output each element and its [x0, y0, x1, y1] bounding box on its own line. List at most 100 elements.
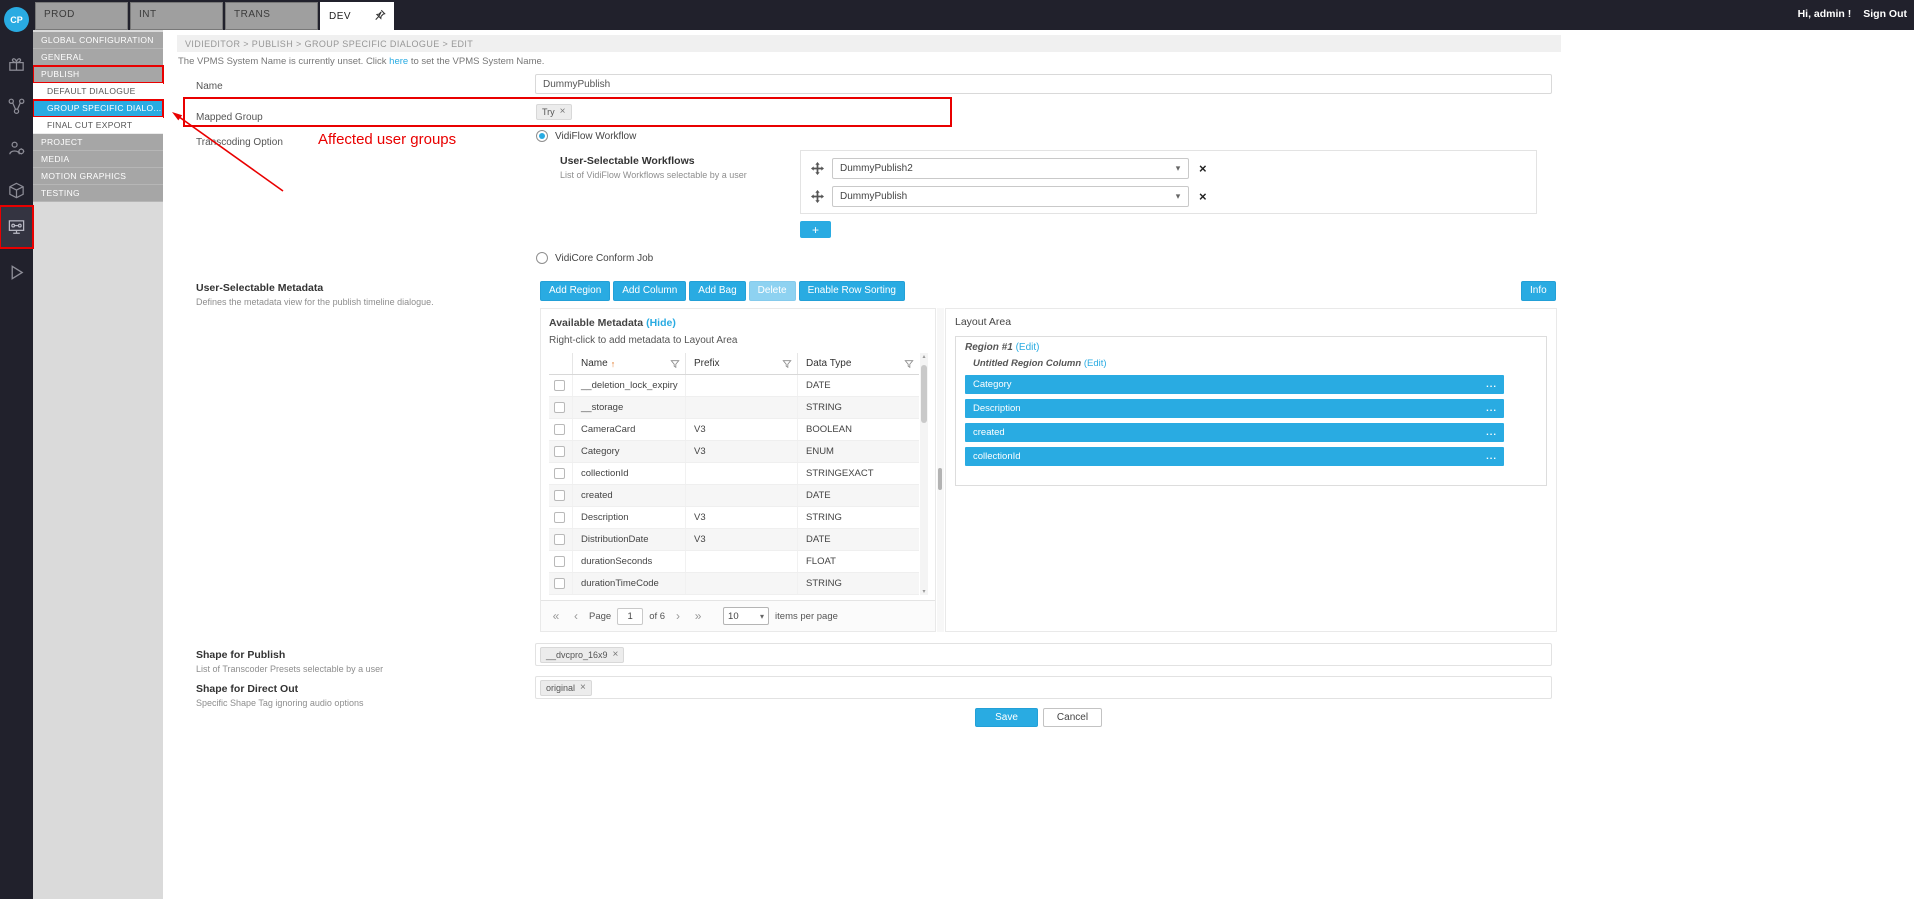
cancel-button[interactable]: Cancel	[1043, 708, 1102, 727]
next-page-button[interactable]: ›	[671, 609, 685, 623]
column-header-prefix[interactable]: Prefix	[686, 353, 798, 374]
column-edit-link[interactable]: (Edit)	[1084, 358, 1107, 369]
row-checkbox[interactable]	[554, 468, 565, 479]
env-tab-int[interactable]: INT	[130, 2, 223, 30]
vidicore-radio[interactable]	[536, 252, 548, 264]
deployment-icon[interactable]	[0, 172, 33, 208]
sign-out-link[interactable]: Sign Out	[1863, 8, 1907, 20]
notice-here-link[interactable]: here	[389, 56, 408, 67]
remove-workflow-button[interactable]: ×	[1199, 161, 1207, 176]
delete-button[interactable]: Delete	[749, 281, 796, 301]
table-row[interactable]: CameraCardV3BOOLEAN	[549, 419, 919, 441]
sidebar-item-testing[interactable]: TESTING	[33, 185, 163, 202]
mapped-group-tag[interactable]: Try ×	[536, 104, 572, 120]
item-options-icon[interactable]: ...	[1486, 403, 1497, 414]
page-size-select[interactable]: 10 ▾	[723, 607, 769, 625]
remove-tag-icon[interactable]: ×	[613, 650, 619, 660]
scrollbar-thumb[interactable]	[921, 365, 927, 423]
workflow-dropdown[interactable]: DummyPublish▾	[832, 186, 1189, 207]
cp-logo[interactable]: CP	[4, 7, 29, 32]
chevron-down-icon[interactable]: ▾	[1168, 163, 1188, 174]
workflow-dropdown[interactable]: DummyPublish2▾	[832, 158, 1189, 179]
sidebar-item-default-dialogue[interactable]: DEFAULT DIALOGUE	[33, 83, 163, 100]
filter-icon[interactable]	[670, 359, 680, 369]
table-row[interactable]: durationSecondsFLOAT	[549, 551, 919, 573]
splitter-handle-icon[interactable]	[938, 468, 942, 490]
add-workflow-button[interactable]: +	[800, 221, 831, 238]
row-checkbox[interactable]	[554, 578, 565, 589]
row-checkbox[interactable]	[554, 380, 565, 391]
shape-direct-tag[interactable]: original ×	[540, 680, 592, 696]
enable-row-sorting-button[interactable]: Enable Row Sorting	[799, 281, 905, 301]
add-column-button[interactable]: Add Column	[613, 281, 686, 301]
shape-publish-tag[interactable]: __dvcpro_16x9 ×	[540, 647, 624, 663]
save-button[interactable]: Save	[975, 708, 1038, 727]
env-tab-dev[interactable]: DEV	[320, 2, 394, 30]
remove-workflow-button[interactable]: ×	[1199, 189, 1207, 204]
item-options-icon[interactable]: ...	[1486, 451, 1497, 462]
shape-publish-field[interactable]: __dvcpro_16x9 ×	[535, 643, 1552, 666]
sidebar-item-motion-graphics[interactable]: MOTION GRAPHICS	[33, 168, 163, 185]
env-tab-trans[interactable]: TRANS	[225, 2, 318, 30]
shape-direct-field[interactable]: original ×	[535, 676, 1552, 699]
workflow-icon[interactable]	[0, 88, 33, 124]
filter-icon[interactable]	[904, 359, 914, 369]
remove-tag-icon[interactable]: ×	[580, 683, 586, 693]
add-bag-button[interactable]: Add Bag	[689, 281, 745, 301]
table-scrollbar[interactable]: ▴ ▾	[920, 353, 928, 595]
table-row[interactable]: durationTimeCodeSTRING	[549, 573, 919, 595]
sidebar-item-general[interactable]: GENERAL	[33, 49, 163, 66]
layout-item-category[interactable]: Category...	[965, 375, 1504, 394]
row-checkbox[interactable]	[554, 402, 565, 413]
first-page-button[interactable]: «	[549, 609, 563, 623]
row-checkbox[interactable]	[554, 556, 565, 567]
hide-link[interactable]: (Hide)	[646, 317, 676, 329]
item-options-icon[interactable]: ...	[1486, 427, 1497, 438]
chevron-down-icon[interactable]: ▾	[1168, 191, 1188, 202]
packages-icon[interactable]	[0, 46, 33, 82]
table-row[interactable]: __deletion_lock_expiryDATE	[549, 375, 919, 397]
row-checkbox[interactable]	[554, 534, 565, 545]
sidebar-item-publish[interactable]: PUBLISH	[33, 66, 163, 83]
layout-item-description[interactable]: Description...	[965, 399, 1504, 418]
prev-page-button[interactable]: ‹	[569, 609, 583, 623]
page-number-input[interactable]	[617, 608, 643, 625]
item-options-icon[interactable]: ...	[1486, 379, 1497, 390]
info-button[interactable]: Info	[1521, 281, 1556, 301]
row-checkbox[interactable]	[554, 446, 565, 457]
table-row[interactable]: DescriptionV3STRING	[549, 507, 919, 529]
last-page-button[interactable]: »	[691, 609, 705, 623]
name-input[interactable]	[535, 74, 1552, 94]
add-region-button[interactable]: Add Region	[540, 281, 610, 301]
vidicore-radio-row[interactable]: VidiCore Conform Job	[536, 252, 653, 264]
layout-item-created[interactable]: created...	[965, 423, 1504, 442]
column-header-name[interactable]: Name ↑	[573, 353, 686, 374]
remove-tag-icon[interactable]: ×	[560, 107, 566, 117]
table-row[interactable]: createdDATE	[549, 485, 919, 507]
scroll-down-icon[interactable]: ▾	[920, 588, 928, 595]
player-icon[interactable]	[0, 254, 33, 290]
sidebar-item-global-configuration[interactable]: GLOBAL CONFIGURATION	[33, 32, 163, 49]
row-checkbox[interactable]	[554, 424, 565, 435]
filter-icon[interactable]	[782, 359, 792, 369]
sidebar-item-project[interactable]: PROJECT	[33, 134, 163, 151]
env-tab-prod[interactable]: PROD	[35, 2, 128, 30]
table-row[interactable]: DistributionDateV3DATE	[549, 529, 919, 551]
sidebar-item-group-specific-dialo[interactable]: GROUP SPECIFIC DIALO...	[33, 100, 163, 117]
table-row[interactable]: collectionIdSTRINGEXACT	[549, 463, 919, 485]
region-edit-link[interactable]: (Edit)	[1016, 342, 1040, 353]
panel-splitter[interactable]	[937, 308, 944, 632]
move-handle-icon[interactable]	[811, 162, 824, 175]
column-header-datatype[interactable]: Data Type	[798, 353, 919, 374]
vidiflow-radio-row[interactable]: VidiFlow Workflow	[536, 130, 636, 142]
user-settings-icon[interactable]	[0, 130, 33, 166]
move-handle-icon[interactable]	[811, 190, 824, 203]
layout-item-collectionid[interactable]: collectionId...	[965, 447, 1504, 466]
sidebar-item-final-cut-export[interactable]: FINAL CUT EXPORT	[33, 117, 163, 134]
vidiflow-radio[interactable]	[536, 130, 548, 142]
sidebar-item-media[interactable]: MEDIA	[33, 151, 163, 168]
row-checkbox[interactable]	[554, 490, 565, 501]
table-row[interactable]: __storageSTRING	[549, 397, 919, 419]
scroll-up-icon[interactable]: ▴	[920, 353, 928, 360]
row-checkbox[interactable]	[554, 512, 565, 523]
